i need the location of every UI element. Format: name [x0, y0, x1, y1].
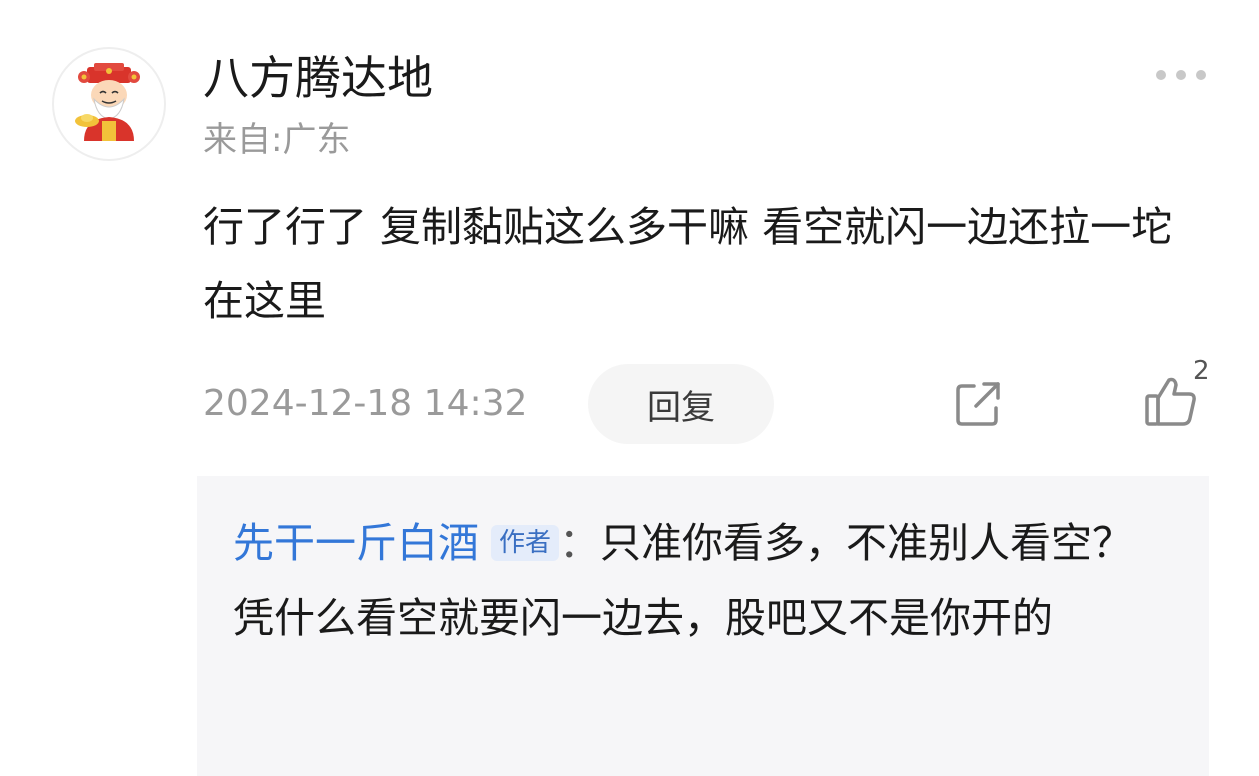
reply-box: 先干一斤白酒 作者 ：只准你看多，不准别人看空？凭什么看空就要闪一边去，股吧又不是你… [197, 476, 1209, 776]
reply-button[interactable]: 回复 [588, 364, 774, 444]
like-count: 2 [1193, 356, 1210, 386]
location-label: 来自:广东 [203, 120, 351, 160]
author-badge: 作者 [491, 525, 560, 561]
avatar[interactable] [52, 47, 166, 161]
share-icon[interactable] [952, 378, 1004, 430]
reply-separator: ： [559, 519, 601, 567]
timestamp: 2024-12-18 14:32 [203, 383, 528, 424]
more-dots-icon[interactable] [1156, 66, 1206, 84]
avatar-icon [75, 63, 140, 141]
username[interactable]: 八方腾达地 [203, 50, 433, 106]
reply-content: 先干一斤白酒 作者 ：只准你看多，不准别人看空？凭什么看空就要闪一边去，股吧又不是你… [233, 506, 1173, 656]
thumbs-up-icon[interactable] [1142, 372, 1200, 430]
comment-text: 行了行了 复制黏贴这么多干嘛 看空就闪一边还拉一坨在这里 [203, 203, 1173, 325]
reply-author-link[interactable]: 先干一斤白酒 [233, 519, 479, 567]
